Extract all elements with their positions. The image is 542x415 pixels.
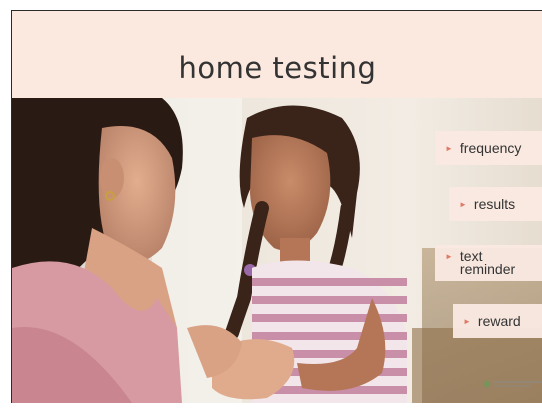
bullet-label: reward — [477, 312, 521, 329]
bullet-arrow-icon: ► — [445, 143, 453, 153]
bullet-frequency: ► frequency — [435, 131, 542, 165]
bullet-label: results — [473, 195, 516, 212]
logo-watermark — [482, 377, 542, 391]
bullet-arrow-icon: ► — [459, 199, 467, 209]
bullet-arrow-icon: ► — [463, 316, 471, 326]
bullet-results: ► results — [449, 187, 542, 221]
bullet-arrow-icon: ► — [445, 252, 453, 261]
slide-title: home testing — [178, 51, 377, 85]
bullet-label: text reminder — [459, 248, 516, 277]
slide: home testing ► frequency ► results ► tex… — [11, 10, 542, 403]
bullet-label: frequency — [459, 139, 522, 156]
bullet-reward: ► reward — [453, 304, 542, 338]
bullet-text-reminder: ► text reminder — [435, 245, 542, 281]
